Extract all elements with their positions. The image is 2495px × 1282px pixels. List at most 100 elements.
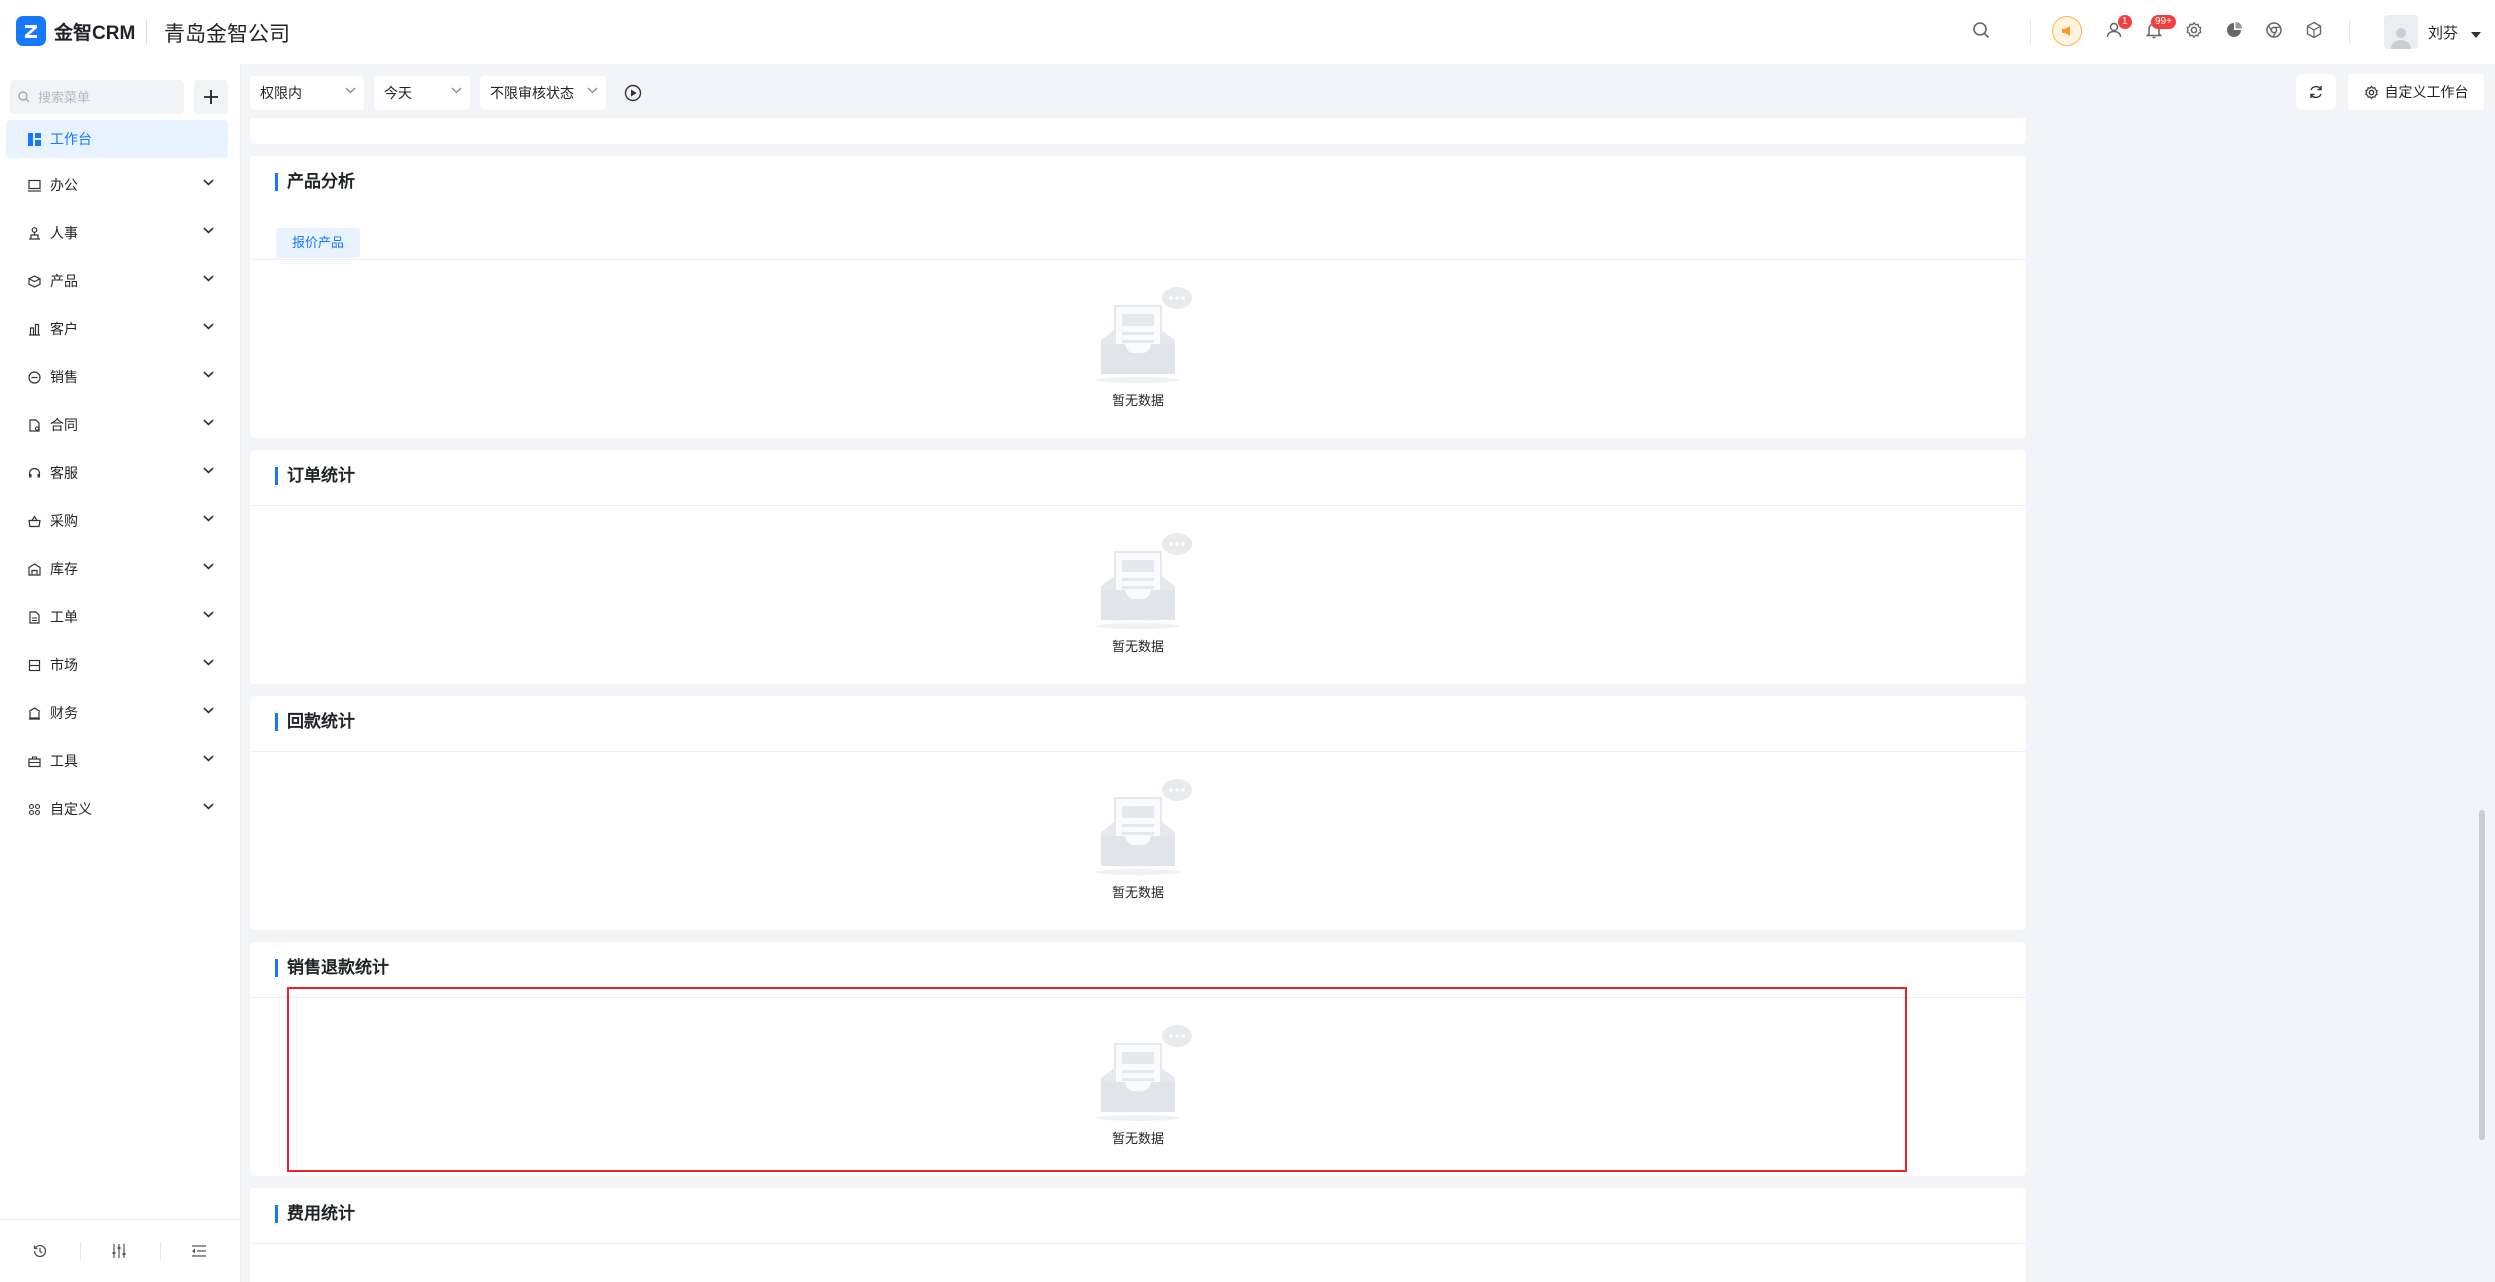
collapse-menu-icon[interactable] [188,1240,210,1262]
add-button[interactable] [194,80,228,114]
refresh-button[interactable] [2296,74,2336,110]
company-name[interactable]: 青岛金智公司 [164,18,290,48]
expense-stats-panel: 费用统计 [250,1188,2026,1282]
chevron-down-icon [587,87,598,94]
gear-icon [2364,85,2378,99]
audit-status-value: 不限审核状态 [490,85,574,101]
logo-icon [16,16,46,46]
chevron-down-icon [203,227,214,234]
sidebar-item-contract[interactable]: 合同 [6,406,228,444]
sidebar-item-label: 市场 [50,657,78,673]
divider [80,1242,81,1260]
tab-quote-products[interactable]: 报价产品 [276,228,361,258]
chevron-down-icon [203,707,214,714]
sidebar-item-finance[interactable]: 财务 [6,694,228,732]
customize-workspace-label: 自定义工作台 [2384,84,2469,100]
gear-icon[interactable] [2182,18,2206,42]
sliders-icon[interactable] [108,1240,130,1262]
dashboard-icon [26,131,42,147]
sidebar-item-product[interactable]: 产品 [6,262,228,300]
search-icon [18,91,30,103]
sidebar-item-label: 自定义 [50,801,92,817]
chevron-down-icon [203,803,214,810]
divider [250,1243,2026,1244]
chevron-down-icon [203,419,214,426]
menu-search[interactable] [10,80,184,114]
chevron-down-icon [203,371,214,378]
product-analysis-panel: 产品分析 报价产品 暂无数据 [250,156,2026,438]
panel-title: 产品分析 [275,173,355,191]
cube-icon[interactable] [2302,18,2326,42]
divider [250,505,2026,506]
market-icon [26,657,42,673]
play-icon[interactable] [622,82,644,104]
chrome-icon[interactable] [2262,18,2286,42]
hr-icon [26,225,42,241]
panel-title: 费用统计 [275,1205,355,1223]
sidebar-item-label: 库存 [50,561,78,577]
chevron-down-icon [203,467,214,474]
divider [250,259,2026,260]
sidebar-item-label: 客户 [50,321,78,337]
sidebar-item-market[interactable]: 市场 [6,646,228,684]
highlight-box [287,987,1907,1172]
menu-search-input[interactable] [36,88,180,106]
chevron-down-icon [203,179,214,186]
sidebar-item-dashboard[interactable]: 工作台 [6,120,228,158]
sidebar-item-hr[interactable]: 人事 [6,214,228,252]
customer-icon [26,321,42,337]
plus-icon [204,90,218,104]
sidebar-item-sales[interactable]: 销售 [6,358,228,396]
empty-inbox-icon [1096,533,1192,629]
caret-down-icon[interactable] [2470,26,2482,44]
panel-title: 订单统计 [275,467,355,485]
user-name[interactable]: 刘芬 [2428,22,2458,43]
history-icon[interactable] [29,1240,51,1262]
sidebar-item-label: 工作台 [50,131,92,147]
sidebar-item-office[interactable]: 办公 [6,166,228,204]
chevron-down-icon [451,87,462,94]
chevron-down-icon [203,323,214,330]
empty-inbox-icon [1096,287,1192,383]
chevron-down-icon [203,611,214,618]
sidebar-item-label: 工具 [50,753,78,769]
top-bar: 金智CRM 青岛金智公司 1 99+ 刘芬 [0,0,2495,64]
sidebar-item-label: 办公 [50,177,78,193]
pie-chart-icon[interactable] [2222,18,2246,42]
sidebar-item-purchase[interactable]: 采购 [6,502,228,540]
sidebar-item-label: 销售 [50,369,78,385]
divider [250,751,2026,752]
notifications-badge: 99+ [2151,15,2176,29]
divider [2349,20,2350,44]
empty-inbox-icon [1096,779,1192,875]
date-select[interactable]: 今天 [374,76,470,110]
sidebar-item-customer[interactable]: 客户 [6,310,228,348]
scrollbar[interactable] [2479,810,2485,1140]
search-icon[interactable] [1969,18,1993,42]
audit-status-select[interactable]: 不限审核状态 [480,76,606,110]
refresh-icon [2310,85,2322,99]
chevron-down-icon [203,755,214,762]
sidebar-item-custom[interactable]: 自定义 [6,790,228,828]
avatar[interactable] [2384,15,2418,49]
sidebar-item-service[interactable]: 客服 [6,454,228,492]
previous-panel-edge [250,118,2026,144]
divider [146,20,147,44]
sidebar: 工作台 办公 人事 产品 客户 销售 合同 客服 采购 [0,64,241,1282]
chevron-down-icon [203,275,214,282]
empty-text: 暂无数据 [1111,393,1164,408]
toolbox-icon [26,753,42,769]
chevron-down-icon [345,87,356,94]
sidebar-item-ticket[interactable]: 工单 [6,598,228,636]
announcement-icon[interactable] [2052,16,2082,46]
sidebar-item-label: 工单 [50,609,78,625]
sidebar-item-label: 采购 [50,513,78,529]
purchase-icon [26,513,42,529]
scope-select[interactable]: 权限内 [250,76,364,110]
customize-workspace-button[interactable]: 自定义工作台 [2348,74,2484,110]
sidebar-item-label: 客服 [50,465,78,481]
sidebar-item-inventory[interactable]: 库存 [6,550,228,588]
sidebar-item-tools[interactable]: 工具 [6,742,228,780]
empty-state: 暂无数据 [1068,776,1208,901]
sidebar-item-label: 产品 [50,273,78,289]
